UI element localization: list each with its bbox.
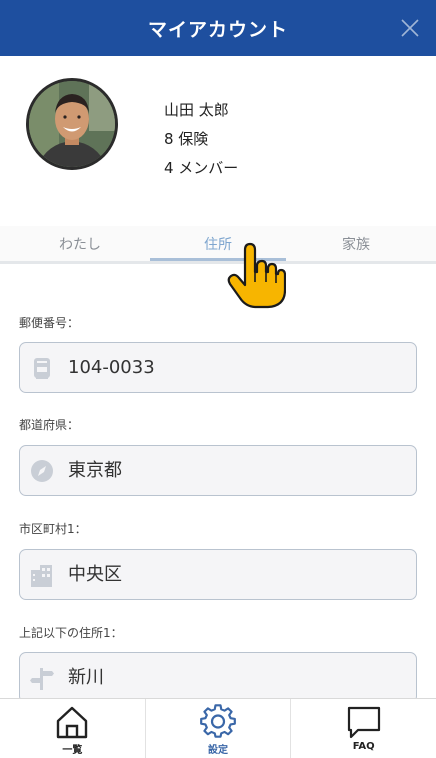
bottom-nav: 一覧 設定 FAQ bbox=[0, 698, 436, 758]
insurance-count: 8 保険 bbox=[164, 130, 209, 148]
postal-field[interactable]: 104-0033 bbox=[19, 342, 417, 393]
nav-item-faq[interactable]: FAQ bbox=[290, 699, 436, 758]
header-bar: マイアカウント bbox=[0, 0, 436, 56]
compass-icon bbox=[31, 460, 53, 482]
nav-item-settings[interactable]: 設定 bbox=[144, 699, 291, 758]
home-icon bbox=[57, 706, 88, 739]
tab-me[interactable]: わたし bbox=[10, 226, 150, 261]
postal-value: 104-0033 bbox=[68, 357, 155, 378]
close-icon[interactable] bbox=[398, 16, 422, 40]
prefecture-field[interactable]: 東京都 bbox=[19, 445, 417, 496]
nav-item-list[interactable]: 一覧 bbox=[0, 699, 145, 758]
member-count: 4 メンバー bbox=[164, 159, 239, 177]
prefecture-value: 東京都 bbox=[68, 460, 122, 481]
mailbox-icon bbox=[34, 358, 50, 379]
address-field[interactable]: 新川 bbox=[19, 652, 417, 698]
tab-family[interactable]: 家族 bbox=[286, 226, 426, 261]
city-field[interactable]: 中央区 bbox=[19, 549, 417, 600]
postal-label: 郵便番号： bbox=[19, 316, 80, 330]
address-form: 郵便番号： 104-0033 都道府県： 東京都 市区町村1： 中央区 上記以下… bbox=[0, 264, 436, 698]
avatar bbox=[26, 78, 118, 170]
prefecture-label: 都道府県： bbox=[19, 418, 80, 432]
address-label: 上記以下の住所1： bbox=[19, 626, 123, 640]
profile-name: 山田 太郎 bbox=[164, 101, 229, 119]
page-title: マイアカウント bbox=[147, 18, 288, 41]
signpost-icon bbox=[30, 668, 54, 690]
nav-label-settings: 設定 bbox=[208, 745, 228, 756]
address-value: 新川 bbox=[68, 667, 104, 688]
city-value: 中央区 bbox=[68, 564, 122, 585]
gear-icon bbox=[200, 704, 236, 738]
buildings-icon bbox=[31, 565, 52, 587]
chat-bubble-icon bbox=[347, 706, 380, 739]
city-label: 市区町村1： bbox=[19, 522, 87, 536]
nav-label-faq: FAQ bbox=[352, 741, 375, 752]
nav-label-list: 一覧 bbox=[62, 745, 83, 756]
profile-section: 山田 太郎 8 保険 4 メンバー bbox=[0, 56, 436, 226]
pointer-hand-icon bbox=[227, 242, 286, 309]
